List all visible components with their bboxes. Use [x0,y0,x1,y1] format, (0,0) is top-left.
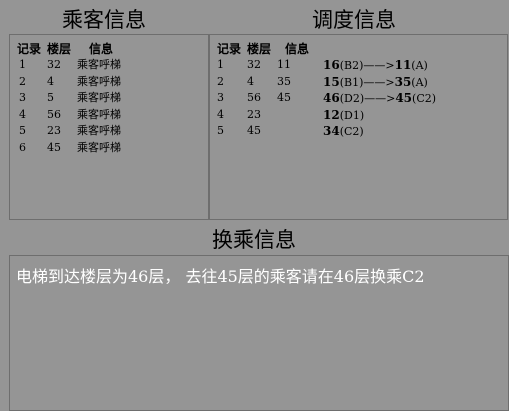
dispatch-floor-cell: 23 [247,107,261,121]
dispatch-row: 5 45 34(C2) [210,123,500,139]
dispatch-from-floor: 34 [323,124,340,139]
dispatch-record-cell: 1 [217,58,224,71]
dispatch-info-panel: 记录 楼层 信息 1 32 11 16(B2)——>11(A) 2 4 35 15(B1)——… [209,34,508,220]
dispatch-from-floor: 46 [323,91,340,106]
passenger-info-cell: 乘客呼梯 [77,58,121,71]
dispatch-header-record: 记录 [217,42,242,56]
dispatch-from-floor: 12 [323,107,340,122]
dispatch-from-elevator: (D2) [339,92,365,106]
passenger-floor-cell: 5 [47,91,54,105]
passenger-record-cell: 3 [19,91,26,105]
dispatch-target-cell: 45 [277,91,291,105]
dispatch-route-cell: 34(C2) [323,123,364,140]
passenger-row: 5 23 乘客呼梯 [10,123,200,139]
transfer-info-title: 换乘信息 [212,228,296,252]
passenger-row: 2 4 乘客呼梯 [10,74,200,90]
passenger-header-info: 信息 [89,42,114,56]
dispatch-row: 2 4 35 15(B1)——>35(A) [210,74,500,90]
dispatch-record-cell: 5 [217,124,224,138]
passenger-row: 3 5 乘客呼梯 [10,90,200,106]
passenger-info-title: 乘客信息 [62,8,146,32]
dispatch-from-elevator: (D1) [339,108,365,122]
passenger-row: 1 32 乘客呼梯 [10,57,200,73]
passenger-info-cell: 乘客呼梯 [77,91,121,105]
dispatch-target-cell: 35 [277,74,291,88]
dispatch-info-title: 调度信息 [312,8,396,32]
passenger-row: 4 56 乘客呼梯 [10,107,200,123]
passenger-info-cell: 乘客呼梯 [77,124,121,138]
dispatch-to-elevator: (C2) [412,92,437,106]
dispatch-record-cell: 2 [217,74,224,88]
passenger-record-cell: 1 [19,58,26,71]
passenger-floor-cell: 56 [47,107,61,121]
passenger-info-cell: 乘客呼梯 [77,141,121,154]
passenger-header-record: 记录 [17,42,42,56]
dispatch-from-floor: 15 [323,74,340,89]
passenger-record-cell: 5 [19,124,26,138]
dispatch-to-elevator: (A) [411,75,428,89]
dispatch-header-floor: 楼层 [247,42,272,56]
passenger-record-cell: 2 [19,74,26,88]
dispatch-row: 4 23 12(D1) [210,107,500,123]
passenger-floor-cell: 45 [47,141,61,154]
dispatch-arrow: ——> [363,59,395,72]
dispatch-from-floor: 16 [323,58,340,72]
passenger-header-floor: 楼层 [47,42,72,56]
dispatch-header-info: 信息 [285,42,310,56]
dispatch-route-cell: 12(D1) [323,107,364,124]
passenger-floor-cell: 23 [47,124,61,138]
passenger-record-cell: 4 [19,107,26,121]
dispatch-to-floor: 11 [394,58,412,72]
dispatch-from-elevator: (B2) [339,59,364,72]
passenger-info-cell: 乘客呼梯 [77,107,121,121]
dispatch-route-cell: 15(B1)——>35(A) [323,74,428,91]
passenger-floor-cell: 4 [47,74,54,88]
dispatch-from-elevator: (B1) [339,75,364,89]
passenger-info-cell: 乘客呼梯 [77,74,121,88]
dispatch-to-floor: 45 [395,91,413,106]
dispatch-arrow: ——> [363,75,395,89]
dispatch-to-elevator: (A) [411,59,428,72]
dispatch-floor-cell: 4 [247,74,254,88]
dispatch-record-cell: 3 [217,91,224,105]
dispatch-to-floor: 35 [394,74,412,89]
dispatch-floor-cell: 45 [247,124,261,138]
dispatch-floor-cell: 32 [247,58,261,71]
passenger-info-panel: 记录 楼层 信息 1 32 乘客呼梯 2 4 乘客呼梯 3 5 乘客呼梯 4 56 乘客呼梯 5 23 乘客… [9,34,209,220]
passenger-row: 6 45 乘客呼梯 [10,140,200,156]
passenger-floor-cell: 32 [47,58,61,71]
dispatch-record-cell: 4 [217,107,224,121]
transfer-message: 电梯到达楼层为46层， 去往45层的乘客请在46层换乘C2 [16,267,425,286]
dispatch-row: 1 32 11 16(B2)——>11(A) [210,57,500,73]
passenger-record-cell: 6 [19,141,26,154]
dispatch-from-elevator: (C2) [339,125,364,139]
dispatch-route-cell: 46(D2)——>45(C2) [323,90,436,107]
dispatch-target-cell: 11 [277,58,291,71]
dispatch-row: 3 56 45 46(D2)——>45(C2) [210,90,500,106]
dispatch-floor-cell: 56 [247,91,261,105]
dispatch-route-cell: 16(B2)——>11(A) [323,57,428,74]
dispatch-arrow: ——> [364,92,396,106]
